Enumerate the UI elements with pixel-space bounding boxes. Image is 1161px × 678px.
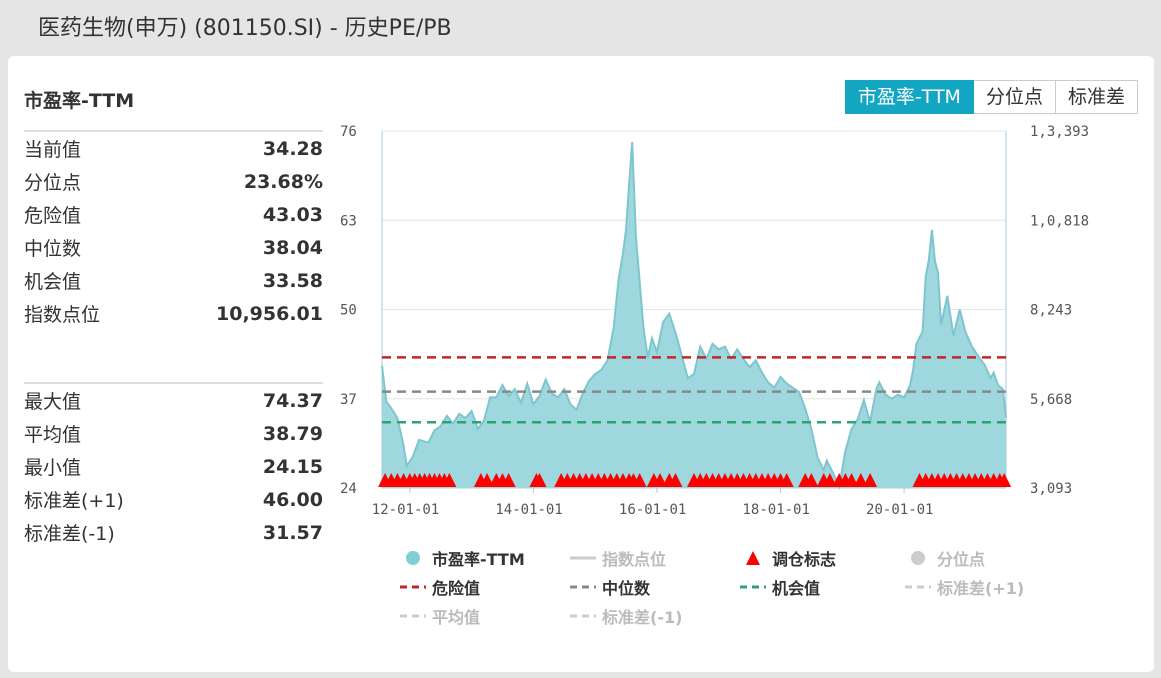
y-left-tick-label: 37: [340, 392, 357, 408]
legend-item-rebalance[interactable]: 调仓标志: [740, 546, 836, 570]
y-right-tick-label: 3,093: [1030, 481, 1072, 497]
y-left-tick-label: 24: [340, 481, 357, 497]
circle-icon: [400, 550, 426, 566]
dash-line-icon: [905, 579, 931, 595]
dash-line-icon: [400, 579, 426, 595]
legend-label: 市盈率-TTM: [432, 550, 525, 569]
dash-line-icon: [570, 608, 596, 624]
x-tick-label: 12-01-01: [372, 502, 439, 518]
x-tick-label: 20-01-01: [866, 502, 933, 518]
circle-icon: [905, 550, 931, 566]
chart-card: 市盈率-TTM 当前值 34.28 分位点 23.68% 危险值 43.03 中位数 3…: [8, 56, 1154, 672]
pe-area: [382, 142, 1006, 488]
line-icon: [570, 550, 596, 566]
y-right-tick-label: 5,668: [1030, 392, 1072, 408]
legend-item-std-plus[interactable]: 标准差(+1): [905, 575, 1024, 599]
y-right-tick-label: 1,3,393: [1030, 124, 1089, 140]
legend-item-danger[interactable]: 危险值: [400, 575, 480, 599]
dash-line-icon: [400, 608, 426, 624]
legend-item-mean[interactable]: 平均值: [400, 604, 480, 628]
x-tick-label: 16-01-01: [619, 502, 686, 518]
legend-label: 标准差(-1): [602, 608, 683, 627]
y-left-tick-label: 63: [340, 213, 357, 229]
dash-line-icon: [740, 579, 766, 595]
y-right-tick-label: 1,0,818: [1030, 213, 1089, 229]
x-tick-label: 18-01-01: [742, 502, 809, 518]
y-left-tick-label: 50: [340, 303, 357, 319]
legend-item-opportunity[interactable]: 机会值: [740, 575, 820, 599]
x-tick-label: 14-01-01: [495, 502, 562, 518]
legend-label: 标准差(+1): [937, 579, 1025, 598]
page-title: 医药生物(申万) (801150.SI) - 历史PE/PB: [38, 16, 452, 41]
legend-item-median[interactable]: 中位数: [570, 575, 650, 599]
legend-label: 指数点位: [602, 550, 667, 569]
y-right-tick-label: 8,243: [1030, 303, 1072, 319]
legend-label: 分位点: [937, 550, 986, 569]
legend-label: 中位数: [602, 579, 651, 598]
legend-label: 平均值: [432, 608, 481, 627]
legend-label: 调仓标志: [772, 550, 837, 569]
legend-label: 机会值: [772, 579, 821, 598]
legend-item-percentile[interactable]: 分位点: [905, 546, 985, 570]
y-left-tick-label: 76: [340, 124, 357, 140]
legend-label: 危险值: [432, 579, 481, 598]
legend-item-pe[interactable]: 市盈率-TTM: [400, 546, 525, 570]
legend-item-std-minus[interactable]: 标准差(-1): [570, 604, 682, 628]
triangle-icon: [740, 550, 766, 566]
dash-line-icon: [570, 579, 596, 595]
legend-item-index-points[interactable]: 指数点位: [570, 546, 666, 570]
